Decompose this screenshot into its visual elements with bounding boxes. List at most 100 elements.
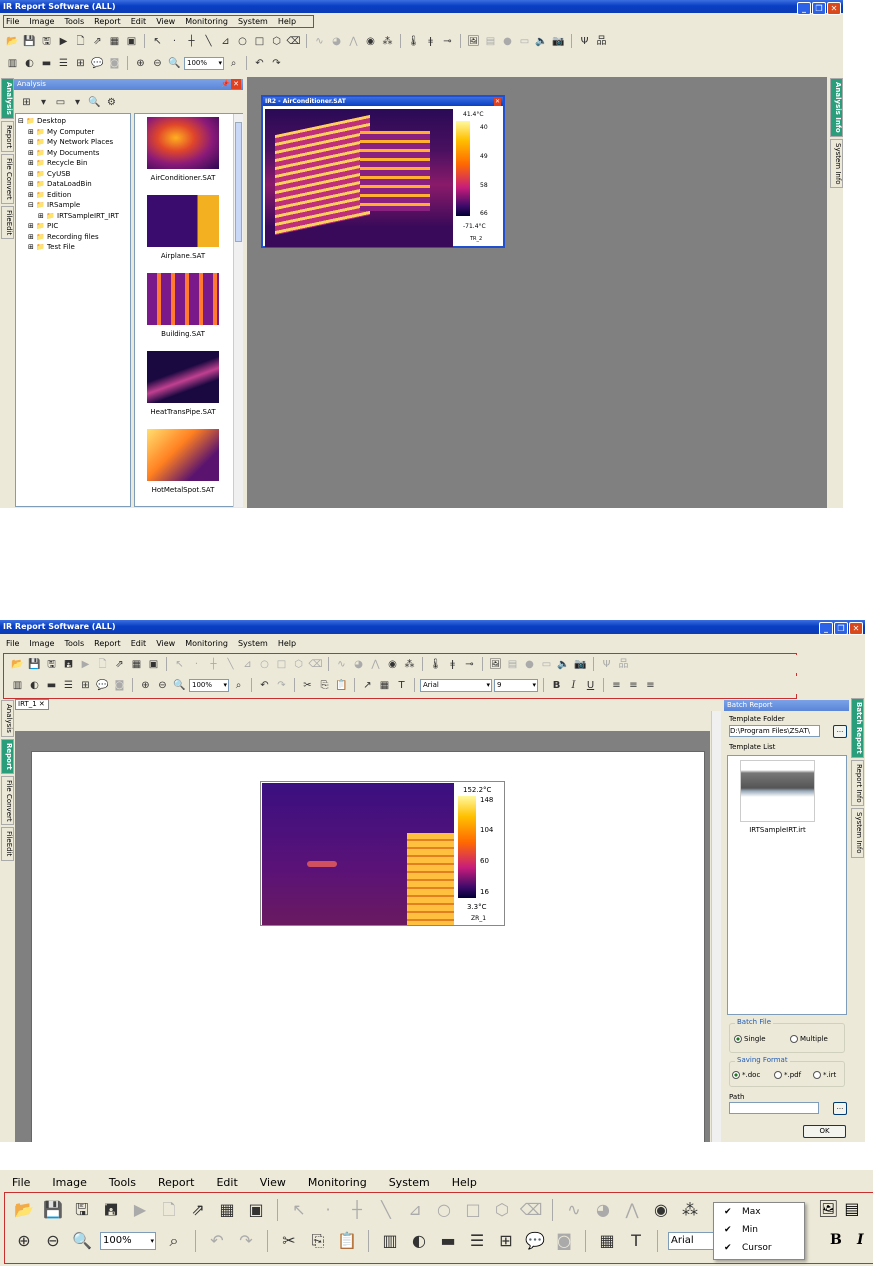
menu-file[interactable]: File: [12, 1176, 30, 1189]
line-icon[interactable]: ╲: [201, 34, 216, 49]
zoom-combo[interactable]: 100%: [100, 1232, 156, 1250]
menu-system[interactable]: System: [389, 1176, 430, 1189]
tab-report-info[interactable]: Report Info: [851, 759, 864, 807]
export-icon[interactable]: ⇗: [187, 1199, 209, 1221]
zoom-out-icon[interactable]: ⊖: [42, 1230, 64, 1252]
zoom-window-icon[interactable]: ⌕: [163, 1230, 185, 1252]
font-size-combo[interactable]: 9: [494, 678, 538, 692]
export-icon[interactable]: ⇗: [112, 657, 127, 672]
rectangle-icon[interactable]: □: [252, 34, 267, 49]
thermometer-icon[interactable]: 🌡: [428, 657, 443, 672]
tree-node[interactable]: ⊞ 📁 Recording files: [18, 232, 128, 243]
paste-icon[interactable]: 📋: [334, 678, 349, 693]
network-icon[interactable]: 品: [594, 34, 609, 49]
polygon-icon[interactable]: ⬡: [291, 657, 306, 672]
camera-icon[interactable]: 📷: [551, 34, 566, 49]
eraser-icon[interactable]: ⌫: [308, 657, 323, 672]
crosshair-icon[interactable]: ⊞: [78, 678, 93, 693]
table-icon[interactable]: ▦: [596, 1230, 618, 1252]
contrast-icon[interactable]: ◐: [27, 678, 42, 693]
isotherm-icon[interactable]: ⁂: [380, 34, 395, 49]
menu-monitoring[interactable]: Monitoring: [308, 1176, 367, 1189]
image-window[interactable]: IR2 - AirConditioner.SAT ✕ 41.4°C 40 49 …: [261, 95, 505, 248]
profile-icon[interactable]: ∿: [334, 657, 349, 672]
scroll-thumb[interactable]: [235, 122, 242, 242]
redo-icon[interactable]: ↷: [235, 1230, 257, 1252]
minimize-button[interactable]: _: [819, 622, 833, 635]
tree-node[interactable]: ⊞ 📁 PIC: [18, 221, 128, 232]
thermometer-icon[interactable]: 🌡: [406, 34, 421, 49]
circle-icon[interactable]: ○: [257, 657, 272, 672]
tree-node[interactable]: ⊞ 📁 My Network Places: [18, 137, 128, 148]
tree-node[interactable]: ⊟ 📁 IRSample: [18, 200, 128, 211]
isotherm-icon[interactable]: ⁂: [679, 1199, 701, 1221]
comment-icon[interactable]: 💬: [95, 678, 110, 693]
save-all-icon[interactable]: 🖪: [100, 1199, 122, 1221]
polyline-icon[interactable]: ⊿: [218, 34, 233, 49]
temp-cursor-icon[interactable]: ⊸: [440, 34, 455, 49]
view-dropdown-icon[interactable]: ▾: [36, 95, 51, 110]
zoom-fit-icon[interactable]: 🔍: [71, 1230, 93, 1252]
save-icon[interactable]: 💾: [22, 34, 37, 49]
menu-image[interactable]: Image: [29, 639, 54, 648]
align-right-icon[interactable]: ≡: [643, 678, 658, 693]
crosshair-icon[interactable]: ⊞: [495, 1230, 517, 1252]
play-icon[interactable]: ▶: [56, 34, 71, 49]
menu-edit[interactable]: Edit: [131, 639, 147, 648]
save-icon[interactable]: 💾: [27, 657, 42, 672]
circle-icon[interactable]: ○: [433, 1199, 455, 1221]
zoom-window-icon[interactable]: ⌕: [226, 56, 241, 71]
polyline-icon[interactable]: ⊿: [404, 1199, 426, 1221]
image-view-icon[interactable]: 🖼: [818, 1199, 838, 1218]
menu-file[interactable]: File: [6, 639, 19, 648]
compare-icon[interactable]: ▦: [129, 657, 144, 672]
menu-monitoring[interactable]: Monitoring: [185, 639, 228, 648]
zoom-fit-icon[interactable]: 🔍: [172, 678, 187, 693]
line-icon[interactable]: ╲: [375, 1199, 397, 1221]
palette-icon[interactable]: ▥: [10, 678, 25, 693]
menu-view[interactable]: View: [156, 639, 175, 648]
menu-item-min[interactable]: ✔ Min: [714, 1221, 804, 1239]
zoom-out-icon[interactable]: ⊖: [150, 56, 165, 71]
fusion-icon[interactable]: ▤: [505, 657, 520, 672]
camera-icon[interactable]: 📷: [573, 657, 588, 672]
tree-node[interactable]: ⊞ 📁 My Computer: [18, 127, 128, 138]
colorbar-icon[interactable]: ▬: [437, 1230, 459, 1252]
hline-icon[interactable]: ┼: [206, 657, 221, 672]
radio-single[interactable]: Single: [734, 1035, 766, 1043]
menu-item-max[interactable]: ✔ Max: [714, 1203, 804, 1221]
polygon-icon[interactable]: ⬡: [491, 1199, 513, 1221]
histogram-icon[interactable]: ◕: [592, 1199, 614, 1221]
copy-icon[interactable]: ⎘: [317, 678, 332, 693]
comment-icon[interactable]: 💬: [524, 1230, 546, 1252]
play-icon[interactable]: ▶: [78, 657, 93, 672]
usb-icon[interactable]: Ψ: [599, 657, 614, 672]
properties-icon[interactable]: ☰: [61, 678, 76, 693]
thumbnail-item[interactable]: HeatTransPipe.SAT: [147, 351, 219, 416]
font-combo[interactable]: Arial: [420, 678, 492, 692]
record-icon[interactable]: ●: [522, 657, 537, 672]
hline-icon[interactable]: ┼: [346, 1199, 368, 1221]
redo-icon[interactable]: ↷: [274, 678, 289, 693]
save-all-icon[interactable]: 🖪: [61, 657, 76, 672]
close-button[interactable]: ✕: [827, 2, 841, 15]
menu-system[interactable]: System: [238, 639, 268, 648]
color-icon[interactable]: ◉: [363, 34, 378, 49]
menu-tools[interactable]: Tools: [64, 639, 84, 648]
picture-icon[interactable]: ▣: [124, 34, 139, 49]
tree-node[interactable]: ⊞ 📁 Test File: [18, 242, 128, 253]
record-icon[interactable]: ●: [500, 34, 515, 49]
histogram-icon[interactable]: ◕: [329, 34, 344, 49]
tree-node[interactable]: ⊞ 📁 DataLoadBin: [18, 179, 128, 190]
menu-image[interactable]: Image: [52, 1176, 86, 1189]
eraser-icon[interactable]: ⌫: [520, 1199, 543, 1221]
menu-help[interactable]: Help: [452, 1176, 477, 1189]
polyline-icon[interactable]: ⊿: [240, 657, 255, 672]
filter-dropdown-icon[interactable]: ▾: [70, 95, 85, 110]
report-vscroll[interactable]: [711, 711, 721, 1142]
tab-system-info[interactable]: System Info: [830, 138, 843, 189]
italic-icon[interactable]: I: [566, 678, 581, 693]
save-as-icon[interactable]: 🖫: [71, 1199, 93, 1221]
tab-report[interactable]: Report: [1, 120, 14, 153]
ok-button[interactable]: OK: [803, 1125, 846, 1138]
